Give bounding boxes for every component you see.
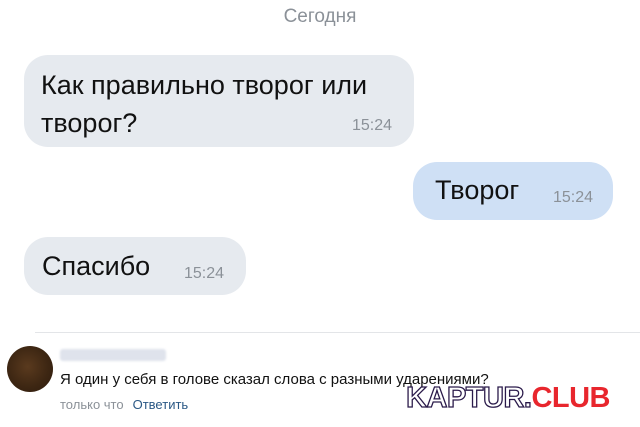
message-text: Спасибо [42, 251, 151, 281]
message-time: 15:24 [351, 117, 392, 134]
chat-area: Сегодня Как правильно творог или творог?… [0, 0, 640, 330]
comment-meta: только что Ответить [60, 397, 188, 412]
message-time: 15:24 [552, 189, 593, 206]
watermark-text: KAPTUR. [405, 381, 532, 414]
message-bubble-outgoing[interactable]: Творог 15:24 [413, 162, 613, 220]
message-text: Как правильно творог или творог? [41, 70, 368, 138]
message-text: Творог [435, 175, 520, 205]
reply-link[interactable]: Ответить [133, 397, 189, 412]
watermark-accent: CLUB [531, 382, 610, 414]
message-bubble-incoming[interactable]: Спасибо 15:24 [24, 237, 246, 295]
watermark-logo: KAPTUR.CLUB [405, 381, 610, 415]
date-separator: Сегодня [283, 6, 357, 27]
message-time: 15:24 [183, 265, 224, 282]
avatar[interactable] [7, 346, 53, 392]
message-bubble-incoming[interactable]: Как правильно творог или творог? 15:24 [24, 55, 414, 147]
comment-author-blurred[interactable] [60, 349, 166, 361]
comment-timestamp: только что [60, 397, 124, 412]
